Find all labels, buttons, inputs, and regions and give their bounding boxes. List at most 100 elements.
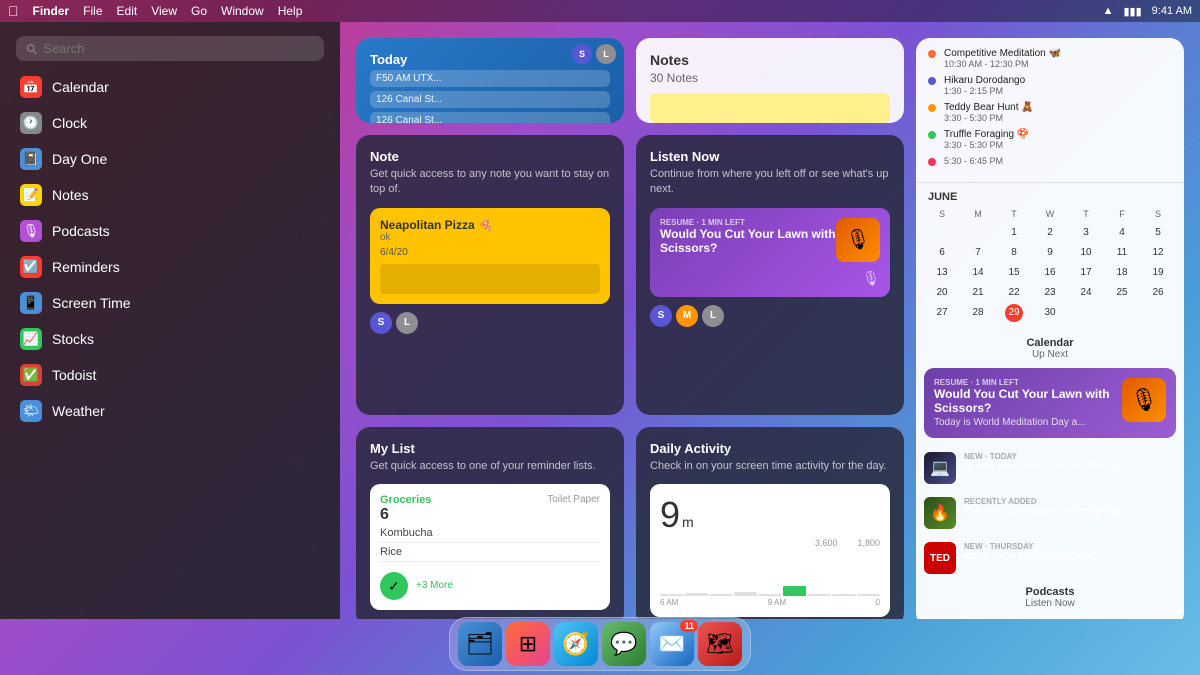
event-name-3: Teddy Bear Hunt 🧸 <box>944 102 1034 113</box>
sidebar-item-weather[interactable]: 🌤 Weather <box>0 393 340 429</box>
dock-mail[interactable]: ✉️ 11 <box>650 622 694 666</box>
menubar-help[interactable]: Help <box>278 4 303 18</box>
listen-now-title: Listen Now <box>650 149 890 164</box>
dock-safari[interactable]: 🧭 <box>554 622 598 666</box>
widget-calendar[interactable]: Competitive Meditation 🦋 10:30 AM - 12:3… <box>916 38 1184 619</box>
cal-day-10[interactable]: 10 <box>1068 243 1104 263</box>
weather-icon: 🌤 <box>20 400 42 422</box>
cal-header-s2: S <box>1140 209 1176 219</box>
screentime-icon: 📱 <box>20 292 42 314</box>
podcast-item-1[interactable]: 💻 NEW · TODAY Is Your WFH Setup Hacker-P… <box>916 446 1184 491</box>
widget-daily-activity[interactable]: Daily Activity Check in on your screen t… <box>636 427 904 619</box>
cal-day-19[interactable]: 19 <box>1140 263 1176 283</box>
cal-day-15[interactable]: 15 <box>996 263 1032 283</box>
cal-day-1[interactable]: 1 <box>996 223 1032 243</box>
podcast-tag-3: NEW · THURSDAY <box>964 542 1093 551</box>
mail-icon: ✉️ <box>658 631 685 657</box>
listen-podcast-title: Would You Cut Your Lawn with Scissors? <box>660 227 836 255</box>
cal-day-16[interactable]: 16 <box>1032 263 1068 283</box>
widget-area: Today F50 AM UTX... 126 Canal St... 126 … <box>340 22 1200 619</box>
dock-finder[interactable]: 🗂 <box>458 622 502 666</box>
activity-scale-1800: 1,800 <box>857 538 880 548</box>
widget-note[interactable]: Note Get quick access to any note you wa… <box>356 135 624 415</box>
cal-day-9[interactable]: 9 <box>1032 243 1068 263</box>
podcast-title-1: Is Your WFH Setup Hacker-Proof? <box>964 461 1116 472</box>
cal-day-29[interactable]: 29 <box>1005 304 1023 322</box>
launchpad-icon: ⊞ <box>519 631 537 657</box>
cal-day-4[interactable]: 4 <box>1104 223 1140 243</box>
sidebar-item-todoist[interactable]: ✅ Todoist <box>0 357 340 393</box>
menubar-edit[interactable]: Edit <box>117 4 138 18</box>
cal-day-5[interactable]: 5 <box>1140 223 1176 243</box>
menubar-view[interactable]: View <box>151 4 177 18</box>
menubar-file[interactable]: File <box>83 4 102 18</box>
notes-icon: 📝 <box>20 184 42 206</box>
podcast-thumb-2: 🔥 <box>924 497 956 529</box>
podcasts-footer-sub: Listen Now <box>916 598 1184 609</box>
cal-day-14[interactable]: 14 <box>960 263 996 283</box>
widget-my-list[interactable]: My List Get quick access to one of your … <box>356 427 624 619</box>
podcast-item-2[interactable]: 🔥 RECENTLY ADDED The Next Generation of … <box>916 491 1184 536</box>
menubar-window[interactable]: Window <box>221 4 264 18</box>
cal-day-26[interactable]: 26 <box>1140 283 1176 303</box>
listen-avatars: S M L <box>650 305 890 327</box>
sidebar-item-clock[interactable]: 🕐 Clock <box>0 105 340 141</box>
note-card-tag: ok <box>380 232 600 243</box>
cal-day-8[interactable]: 8 <box>996 243 1032 263</box>
cal-day-20[interactable]: 20 <box>924 283 960 303</box>
menubar-finder[interactable]: Finder <box>33 4 70 18</box>
cal-day-28[interactable]: 28 <box>960 303 996 323</box>
cal-day-11[interactable]: 11 <box>1104 243 1140 263</box>
search-bar[interactable] <box>16 36 324 61</box>
event-time-1: 10:30 AM - 12:30 PM <box>944 59 1061 69</box>
activity-label-6am: 6 AM <box>660 598 678 607</box>
avatar-s-listen: S <box>650 305 672 327</box>
chart-bar-9 <box>857 594 881 596</box>
search-input[interactable] <box>43 41 314 56</box>
widget-today[interactable]: Today F50 AM UTX... 126 Canal St... 126 … <box>356 38 624 123</box>
avatar-l-listen: L <box>702 305 724 327</box>
widget-listen-now[interactable]: Listen Now Continue from where you left … <box>636 135 904 415</box>
apple-menu[interactable]:  <box>8 3 19 19</box>
menubar-battery-icon: ▮▮▮ <box>1123 5 1141 18</box>
sidebar-item-screentime[interactable]: 📱 Screen Time <box>0 285 340 321</box>
dock-maps[interactable]: 🗺 <box>698 622 742 666</box>
calendar-days-header: S M T W T F S <box>924 209 1176 219</box>
cal-day-22[interactable]: 22 <box>996 283 1032 303</box>
cal-day-30[interactable]: 30 <box>1032 303 1068 323</box>
cal-day-18[interactable]: 18 <box>1104 263 1140 283</box>
dock-messages[interactable]: 💬 <box>602 622 646 666</box>
cal-day-6[interactable]: 6 <box>924 243 960 263</box>
podcast-large-card[interactable]: RESUME · 1 MIN LEFT Would You Cut Your L… <box>924 368 1176 438</box>
cal-day-24[interactable]: 24 <box>1068 283 1104 303</box>
sidebar-item-notes[interactable]: 📝 Notes <box>0 177 340 213</box>
cal-header-w: W <box>1032 209 1068 219</box>
sidebar-label-dayone: Day One <box>52 151 107 167</box>
calendar-icon: 📅 <box>20 76 42 98</box>
cal-day-3[interactable]: 3 <box>1068 223 1104 243</box>
cal-day-7[interactable]: 7 <box>960 243 996 263</box>
avatar-s-note: S <box>370 312 392 334</box>
dock-launchpad[interactable]: ⊞ <box>506 622 550 666</box>
cal-day-12[interactable]: 12 <box>1140 243 1176 263</box>
podcast-info-3: NEW · THURSDAY Ideas come from everywher… <box>964 542 1093 574</box>
cal-day-27[interactable]: 27 <box>924 303 960 323</box>
widget-notes[interactable]: Notes 30 Notes <box>636 38 904 123</box>
sidebar-item-calendar[interactable]: 📅 Calendar <box>0 69 340 105</box>
cal-day-25[interactable]: 25 <box>1104 283 1140 303</box>
cal-day-17[interactable]: 17 <box>1068 263 1104 283</box>
cal-day-23[interactable]: 23 <box>1032 283 1068 303</box>
finder-icon: 🗂 <box>466 631 494 657</box>
cal-day-13[interactable]: 13 <box>924 263 960 283</box>
sidebar-item-podcasts[interactable]: 🎙 Podcasts <box>0 213 340 249</box>
menubar-go[interactable]: Go <box>191 4 207 18</box>
cal-day-21[interactable]: 21 <box>960 283 996 303</box>
cal-day-2[interactable]: 2 <box>1032 223 1068 243</box>
note-card-title: Neapolitan Pizza 🍕 <box>380 218 600 232</box>
sidebar-item-dayone[interactable]: 📓 Day One <box>0 141 340 177</box>
sidebar-item-stocks[interactable]: 📈 Stocks <box>0 321 340 357</box>
podcast-item-3[interactable]: TED NEW · THURSDAY Ideas come from every… <box>916 536 1184 580</box>
activity-scale-3600: 3,600 <box>815 538 838 548</box>
note-widget-subtitle: Get quick access to any note you want to… <box>370 167 610 198</box>
sidebar-item-reminders[interactable]: ☑️ Reminders <box>0 249 340 285</box>
